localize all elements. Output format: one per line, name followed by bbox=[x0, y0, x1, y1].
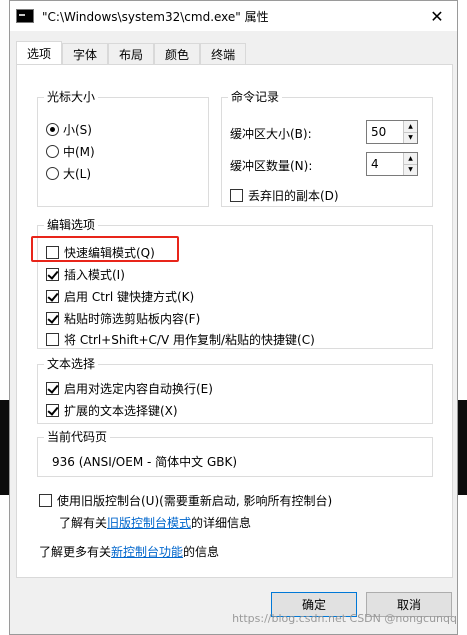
group-title-text-selection: 文本选择 bbox=[44, 357, 99, 371]
buffer-size-label: 缓冲区大小(B): bbox=[230, 126, 312, 141]
checkbox-label: 启用对选定内容自动换行(E) bbox=[64, 381, 213, 396]
tab-terminal[interactable]: 终端 bbox=[200, 43, 247, 65]
radio-cursor-medium[interactable]: 中(M) bbox=[46, 142, 95, 160]
tab-strip: 选项 字体 布局 颜色 终端 bbox=[16, 41, 247, 65]
checkbox[interactable] bbox=[46, 289, 59, 303]
background-console-dark-right bbox=[458, 400, 467, 495]
extended-selection-keys-checkbox[interactable]: 扩展的文本选择键(X) bbox=[46, 401, 178, 419]
insert-mode-checkbox[interactable]: 插入模式(I) bbox=[46, 265, 125, 283]
buffer-size-spinner[interactable]: 50 ▲ ▼ bbox=[366, 120, 418, 144]
checkbox[interactable] bbox=[39, 493, 52, 507]
legacy-info-suffix: 的详细信息 bbox=[191, 515, 252, 530]
tab-options[interactable]: 选项 bbox=[16, 41, 63, 65]
legacy-info-line: 了解有关 旧版控制台模式 的详细信息 bbox=[59, 513, 251, 531]
watermark: https://blog.csdn.net CSDN @nongcunqq bbox=[232, 612, 457, 625]
ctrl-shift-copy-paste-checkbox[interactable]: 将 Ctrl+Shift+C/V 用作复制/粘贴的快捷键(C) bbox=[46, 330, 315, 348]
text-selection-group: 文本选择 启用对选定内容自动换行(E) 扩展的文本选择键(X) bbox=[37, 357, 433, 424]
new-features-suffix: 的信息 bbox=[183, 544, 220, 559]
checkbox-label: 启用 Ctrl 键快捷方式(K) bbox=[64, 289, 195, 304]
checkbox[interactable] bbox=[46, 381, 59, 395]
checkbox[interactable] bbox=[46, 267, 59, 281]
spin-up-icon[interactable]: ▲ bbox=[404, 153, 417, 164]
radio-button[interactable] bbox=[46, 144, 59, 158]
checkbox-label: 粘贴时筛选剪贴板内容(F) bbox=[64, 311, 201, 326]
legacy-mode-link[interactable]: 旧版控制台模式 bbox=[107, 514, 191, 531]
background-console-right bbox=[458, 30, 467, 635]
checkbox-label: 扩展的文本选择键(X) bbox=[64, 403, 178, 418]
tab-font[interactable]: 字体 bbox=[62, 43, 109, 65]
radio-label: 中(M) bbox=[63, 144, 95, 159]
tab-layout[interactable]: 布局 bbox=[108, 43, 155, 65]
legacy-console-checkbox[interactable]: 使用旧版控制台(U)(需要重新启动, 影响所有控制台) bbox=[39, 491, 332, 509]
checkbox[interactable] bbox=[230, 188, 243, 202]
group-title-codepage: 当前代码页 bbox=[44, 430, 111, 444]
red-highlight-box bbox=[31, 236, 179, 262]
filter-clipboard-checkbox[interactable]: 粘贴时筛选剪贴板内容(F) bbox=[46, 309, 200, 327]
title-bar: "C:\Windows\system32\cmd.exe" 属性 ✕ bbox=[10, 1, 457, 31]
window-title: "C:\Windows\system32\cmd.exe" 属性 bbox=[42, 9, 269, 24]
checkbox[interactable] bbox=[46, 403, 59, 417]
checkbox-label: 插入模式(I) bbox=[64, 267, 125, 282]
spin-down-icon[interactable]: ▼ bbox=[404, 131, 417, 143]
checkbox-label: 将 Ctrl+Shift+C/V 用作复制/粘贴的快捷键(C) bbox=[64, 332, 315, 347]
radio-button[interactable] bbox=[46, 166, 59, 180]
properties-dialog: "C:\Windows\system32\cmd.exe" 属性 ✕ 选项 字体… bbox=[9, 0, 458, 635]
radio-cursor-large[interactable]: 大(L) bbox=[46, 164, 91, 182]
spin-up-icon[interactable]: ▲ bbox=[404, 121, 417, 132]
radio-label: 大(L) bbox=[63, 166, 92, 181]
buffer-count-label: 缓冲区数量(N): bbox=[230, 158, 313, 173]
wrap-selection-checkbox[interactable]: 启用对选定内容自动换行(E) bbox=[46, 379, 213, 397]
background-console-left bbox=[0, 30, 9, 635]
group-title-command-history: 命令记录 bbox=[228, 90, 283, 104]
checkbox-label: 丢弃旧的副本(D) bbox=[248, 188, 339, 203]
new-features-prefix: 了解更多有关 bbox=[39, 544, 112, 559]
close-button[interactable]: ✕ bbox=[417, 1, 457, 31]
buffer-size-value[interactable]: 50 bbox=[367, 125, 403, 139]
radio-cursor-small[interactable]: 小(S) bbox=[46, 120, 92, 138]
cursor-size-group: 光标大小 小(S) 中(M) 大(L) bbox=[37, 90, 209, 207]
radio-label: 小(S) bbox=[63, 122, 92, 137]
close-icon: ✕ bbox=[430, 6, 444, 26]
radio-button[interactable] bbox=[46, 122, 59, 136]
checkbox-label: 使用旧版控制台(U)(需要重新启动, 影响所有控制台) bbox=[57, 493, 333, 508]
background-console-dark-left bbox=[0, 400, 9, 495]
new-features-line: 了解更多有关 新控制台功能 的信息 bbox=[39, 542, 219, 560]
checkbox[interactable] bbox=[46, 311, 59, 325]
spinner-buttons: ▲ ▼ bbox=[403, 121, 417, 143]
new-features-link[interactable]: 新控制台功能 bbox=[111, 543, 183, 560]
group-title-edit-options: 编辑选项 bbox=[44, 218, 99, 232]
codepage-value: 936 (ANSI/OEM - 简体中文 GBK) bbox=[52, 454, 238, 469]
group-title-cursor-size: 光标大小 bbox=[44, 90, 99, 104]
options-panel: 光标大小 小(S) 中(M) 大(L) 命令记录 缓冲区大小(B): 50 ▲ bbox=[16, 64, 453, 578]
checkbox[interactable] bbox=[46, 332, 59, 346]
ctrl-shortcuts-checkbox[interactable]: 启用 Ctrl 键快捷方式(K) bbox=[46, 287, 194, 305]
legacy-info-prefix: 了解有关 bbox=[59, 515, 108, 530]
buffer-count-spinner[interactable]: 4 ▲ ▼ bbox=[366, 152, 418, 176]
discard-old-checkbox[interactable]: 丢弃旧的副本(D) bbox=[230, 186, 339, 204]
spin-down-icon[interactable]: ▼ bbox=[404, 163, 417, 175]
cmd-app-icon bbox=[16, 9, 34, 23]
tab-colors[interactable]: 颜色 bbox=[154, 43, 201, 65]
command-history-group: 命令记录 缓冲区大小(B): 50 ▲ ▼ 缓冲区数量(N): 4 ▲ ▼ 丢弃… bbox=[221, 90, 433, 207]
spinner-buttons: ▲ ▼ bbox=[403, 153, 417, 175]
codepage-group: 当前代码页 936 (ANSI/OEM - 简体中文 GBK) bbox=[37, 430, 433, 477]
buffer-count-value[interactable]: 4 bbox=[367, 157, 403, 171]
